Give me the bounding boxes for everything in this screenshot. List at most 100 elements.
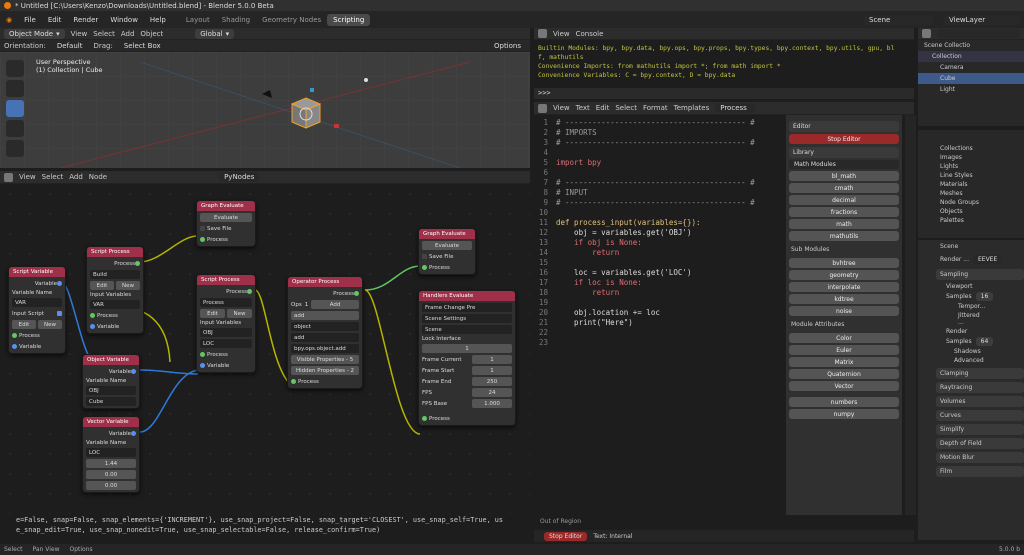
node-script-process-1[interactable]: Script Process Process Build Edit New Inp… [86, 246, 144, 334]
code-line[interactable]: 21 print("Here") [534, 318, 784, 328]
node-graph-evaluate-1[interactable]: Graph Evaluate Evaluate Save File Proces… [196, 200, 256, 247]
outliner-search[interactable] [937, 29, 1020, 38]
editor-type-icon[interactable] [922, 29, 931, 38]
code-line[interactable]: 8 # INPUT [534, 188, 784, 198]
text-menu-edit[interactable]: Edit [596, 104, 610, 112]
text-menu-select[interactable]: Select [615, 104, 637, 112]
drag-dropdown[interactable]: Select Box [118, 40, 166, 51]
orientation-dropdown[interactable]: Default [51, 40, 88, 51]
blend-file-item[interactable]: Node Groups [918, 198, 1024, 207]
light-object[interactable] [364, 78, 368, 82]
vector-x-field[interactable]: 1.44 [86, 459, 136, 468]
viewport-menu-add[interactable]: Add [121, 30, 135, 38]
editor-type-icon[interactable] [538, 103, 547, 113]
process-socket[interactable] [422, 416, 427, 421]
edit-button[interactable]: Edit [200, 309, 225, 318]
stop-editor-button[interactable]: Stop Editor [789, 134, 899, 144]
film-panel[interactable]: Film [936, 466, 1024, 477]
code-line[interactable]: 13 if obj is None: [534, 238, 784, 248]
blender-menu-icon[interactable]: ◉ [0, 16, 18, 24]
code-line[interactable]: 10 [534, 208, 784, 218]
script-field[interactable]: Process [200, 298, 252, 307]
tab-shading[interactable]: Shading [216, 14, 256, 26]
cursor-tool[interactable] [6, 80, 24, 97]
volumes-panel[interactable]: Volumes [936, 396, 1024, 407]
node-header[interactable]: Script Process [197, 275, 255, 285]
code-line[interactable]: 11 def process_input(variables={}): [534, 218, 784, 228]
outliner-row-collection[interactable]: Collection [918, 51, 1024, 62]
submodule-button[interactable]: noise [789, 306, 899, 316]
view-layer-selector[interactable]: ViewLayer [944, 14, 1020, 25]
code-line[interactable]: 2 # IMPORTS [534, 128, 784, 138]
new-button[interactable]: New [116, 281, 140, 290]
process-socket[interactable] [291, 379, 296, 384]
code-line[interactable]: 1 # -------------------------------------… [534, 118, 784, 128]
viewport-menu-select[interactable]: Select [93, 30, 115, 38]
scene-field[interactable]: Scene [422, 325, 512, 334]
blend-file-item[interactable]: Materials [918, 180, 1024, 189]
raytracing-panel[interactable]: Raytracing [936, 382, 1024, 393]
blend-file-item[interactable]: Collections [918, 144, 1024, 153]
vector-y-field[interactable]: 0.00 [86, 470, 136, 479]
handler-dropdown[interactable]: Frame Change Pre [422, 303, 512, 312]
node-header[interactable]: Operator Process [288, 277, 362, 287]
process-socket[interactable] [90, 313, 95, 318]
node-header[interactable]: Graph Evaluate [197, 201, 255, 211]
save-file-checkbox[interactable] [200, 226, 205, 231]
console-menu-view[interactable]: View [553, 30, 570, 38]
options-dropdown[interactable]: Options [488, 40, 526, 51]
code-line[interactable]: 23 [534, 338, 784, 348]
frame-step-field[interactable]: 1 [422, 344, 512, 353]
module-button[interactable]: decimal [789, 195, 899, 205]
module-button[interactable]: bl_math [789, 171, 899, 181]
fps-base-field[interactable]: 1.000 [472, 399, 512, 408]
code-editor[interactable]: 1 # -------------------------------------… [534, 115, 784, 515]
blend-file-item[interactable]: Palettes [918, 216, 1024, 225]
menu-render[interactable]: Render [67, 16, 104, 24]
object-mode-dropdown[interactable]: Object Mode ▾ [4, 28, 65, 39]
menu-edit[interactable]: Edit [42, 16, 68, 24]
node-operator-process[interactable]: Operator Process Process Ops 1 Add add obj… [287, 276, 363, 389]
node-menu-add[interactable]: Add [69, 173, 83, 181]
viewport-subpanel[interactable]: Viewport [918, 282, 1024, 291]
outliner-row-camera[interactable]: Camera [918, 62, 1024, 73]
library-section[interactable]: Library [789, 147, 899, 158]
node-tree-selector[interactable]: PyNodes [219, 172, 260, 182]
select-tool[interactable] [6, 60, 24, 77]
clamping-panel[interactable]: Clamping [936, 368, 1024, 379]
node-header[interactable]: Script Variable [9, 267, 65, 277]
new-button[interactable]: New [38, 320, 62, 329]
attribute-button[interactable]: Vector [789, 381, 899, 391]
outliner-row-scene[interactable]: Scene Collectio [918, 40, 1024, 51]
curves-panel[interactable]: Curves [936, 410, 1024, 421]
3d-viewport[interactable]: User Perspective (1) Collection | Cube [0, 52, 530, 168]
blend-file-item[interactable]: Images [918, 153, 1024, 162]
node-editor-canvas[interactable]: Script Variable Variable Variable Name V… [0, 184, 530, 514]
rotate-tool[interactable] [6, 120, 24, 137]
scale-tool[interactable] [6, 140, 24, 157]
process-socket[interactable] [200, 237, 205, 242]
code-line[interactable]: 6 [534, 168, 784, 178]
submodule-button[interactable]: kdtree [789, 294, 899, 304]
node-menu-view[interactable]: View [19, 173, 36, 181]
node-handlers-evaluate[interactable]: Handlers Evaluate Frame Change Pre Scene… [418, 290, 516, 426]
cube-object[interactable] [290, 97, 322, 129]
attribute-button[interactable]: Euler [789, 345, 899, 355]
output-socket[interactable] [247, 289, 252, 294]
op-path-field[interactable]: bpy.ops.object.add [291, 344, 359, 353]
node-menu-select[interactable]: Select [42, 173, 64, 181]
blend-file-item[interactable]: Objects [918, 207, 1024, 216]
new-button[interactable]: New [227, 309, 252, 318]
motion-blur-panel[interactable]: Motion Blur [936, 452, 1024, 463]
render-samples-field[interactable]: 64 [975, 337, 994, 346]
process-socket[interactable] [200, 352, 205, 357]
attribute-button[interactable]: Color [789, 333, 899, 343]
attribute-button[interactable]: Quaternion [789, 369, 899, 379]
code-line[interactable]: 3 # -------------------------------------… [534, 138, 784, 148]
node-header[interactable]: Object Variable [83, 355, 139, 365]
build-field[interactable]: Build [90, 270, 140, 279]
editor-section[interactable]: Editor [789, 121, 899, 132]
code-line[interactable]: 20 obj.location += loc [534, 308, 784, 318]
footer-stop-editor-button[interactable]: Stop Editor [544, 531, 588, 541]
input-var-loc[interactable]: LOC [200, 339, 252, 348]
